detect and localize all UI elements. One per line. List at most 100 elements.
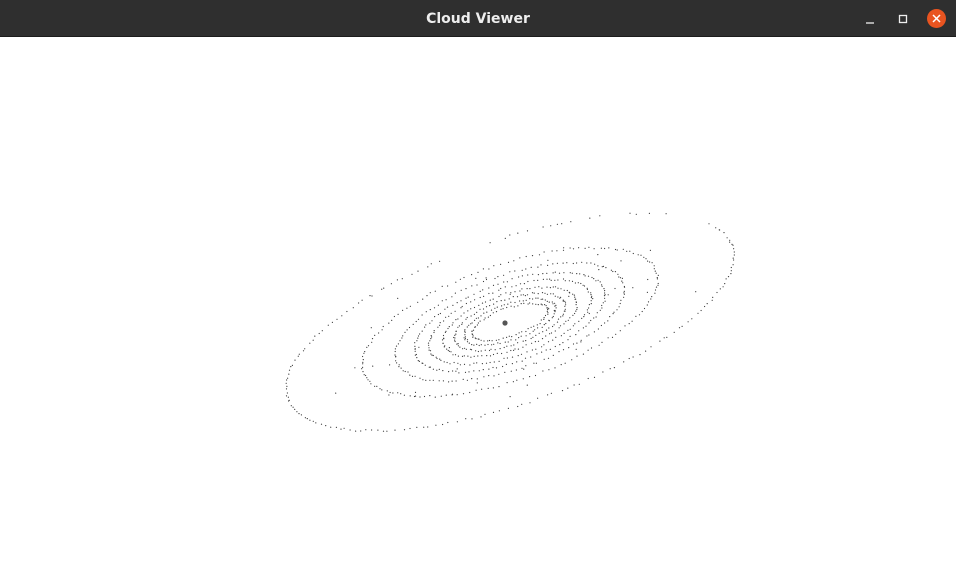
cloud-point bbox=[390, 283, 392, 285]
cloud-point bbox=[379, 388, 381, 390]
cloud-point bbox=[541, 287, 543, 289]
cloud-point bbox=[549, 348, 551, 350]
cloud-point bbox=[546, 286, 548, 288]
cloud-point bbox=[510, 345, 512, 347]
cloud-point bbox=[429, 309, 431, 311]
cloud-point bbox=[505, 363, 507, 365]
cloud-point bbox=[464, 331, 466, 333]
cloud-point bbox=[534, 341, 537, 343]
cloud-point bbox=[493, 265, 495, 267]
cloud-point bbox=[471, 274, 473, 276]
cloud-point bbox=[453, 361, 455, 364]
cloud-point bbox=[457, 343, 459, 345]
cloud-point bbox=[542, 298, 544, 300]
cloud-point bbox=[496, 301, 498, 303]
cloud-point bbox=[443, 320, 445, 322]
cloud-point bbox=[469, 364, 471, 366]
cloud-point bbox=[489, 355, 492, 357]
cloud-point bbox=[436, 369, 438, 371]
cloud-point bbox=[482, 289, 484, 291]
cloud-point bbox=[438, 380, 440, 382]
cloud-point bbox=[362, 361, 364, 363]
minimize-button[interactable] bbox=[860, 9, 880, 29]
cloud-point bbox=[725, 278, 727, 280]
cloud-point bbox=[504, 237, 506, 239]
cloud-point bbox=[395, 360, 397, 362]
cloud-point bbox=[588, 304, 591, 306]
cloud-point bbox=[383, 287, 385, 289]
cloud-point bbox=[547, 357, 550, 359]
cloud-point bbox=[556, 262, 559, 264]
cloud-point bbox=[538, 332, 540, 334]
cloud-point bbox=[545, 329, 548, 331]
cloud-point bbox=[481, 363, 483, 365]
cloud-point bbox=[444, 345, 446, 347]
cloud-point bbox=[712, 296, 714, 298]
cloud-point bbox=[492, 312, 494, 314]
cloud-point bbox=[542, 370, 544, 372]
cloud-point bbox=[510, 339, 512, 341]
cloud-point bbox=[524, 295, 527, 297]
cloud-point bbox=[579, 273, 581, 275]
cloud-point bbox=[478, 370, 480, 372]
cloud-point bbox=[366, 377, 368, 379]
cloud-point bbox=[309, 342, 311, 344]
cloud-point bbox=[567, 329, 569, 331]
cloud-point bbox=[547, 341, 550, 343]
cloud-point bbox=[468, 371, 470, 373]
cloud-point bbox=[394, 429, 396, 431]
cloud-point bbox=[452, 354, 454, 356]
cloud-point bbox=[482, 268, 484, 270]
cloud-point bbox=[440, 359, 442, 361]
cloud-point bbox=[499, 348, 501, 350]
cloud-point bbox=[479, 296, 481, 299]
cloud-point bbox=[442, 423, 444, 426]
cloud-point bbox=[587, 349, 589, 351]
maximize-button[interactable] bbox=[893, 9, 913, 29]
cloud-point bbox=[511, 336, 513, 338]
cloud-point bbox=[498, 289, 500, 291]
cloud-point bbox=[567, 339, 569, 341]
cloud-point bbox=[417, 318, 420, 320]
cloud-point bbox=[556, 223, 559, 225]
cloud-point bbox=[464, 329, 466, 331]
cloud-point bbox=[386, 390, 388, 392]
cloud-point bbox=[559, 344, 561, 346]
cloud-point bbox=[687, 321, 689, 323]
cloud-point bbox=[518, 337, 520, 339]
cloud-point bbox=[419, 396, 421, 398]
cloud-point bbox=[554, 345, 556, 348]
cloud-point bbox=[320, 423, 323, 425]
cloud-point bbox=[565, 320, 567, 322]
cloud-point bbox=[515, 369, 518, 371]
cloud-point bbox=[464, 334, 466, 336]
cloud-point bbox=[306, 418, 308, 420]
cloud-point bbox=[552, 315, 554, 318]
close-button[interactable] bbox=[927, 9, 946, 28]
point-cloud-viewport[interactable] bbox=[0, 37, 956, 576]
cloud-point bbox=[583, 274, 585, 276]
cloud-point bbox=[526, 384, 528, 386]
cloud-point bbox=[601, 284, 603, 286]
cloud-point bbox=[483, 312, 485, 314]
cloud-point bbox=[417, 335, 420, 337]
cloud-point bbox=[428, 366, 430, 368]
cloud-point bbox=[292, 406, 294, 408]
cloud-point bbox=[433, 307, 436, 309]
cloud-point bbox=[584, 275, 586, 277]
cloud-point bbox=[493, 375, 495, 377]
cloud-point bbox=[560, 316, 562, 318]
title-bar[interactable]: Cloud Viewer bbox=[0, 0, 956, 37]
cloud-point bbox=[597, 328, 600, 330]
cloud-point bbox=[561, 223, 563, 225]
cloud-point bbox=[498, 373, 500, 375]
cloud-point bbox=[523, 368, 525, 370]
cloud-point bbox=[516, 296, 519, 298]
cloud-point bbox=[550, 293, 552, 295]
cloud-point bbox=[515, 339, 517, 341]
cloud-point bbox=[394, 348, 396, 350]
point-cloud-canvas[interactable] bbox=[0, 37, 956, 576]
cloud-point bbox=[481, 355, 483, 357]
cloud-point bbox=[562, 278, 565, 280]
cloud-point bbox=[604, 247, 606, 250]
